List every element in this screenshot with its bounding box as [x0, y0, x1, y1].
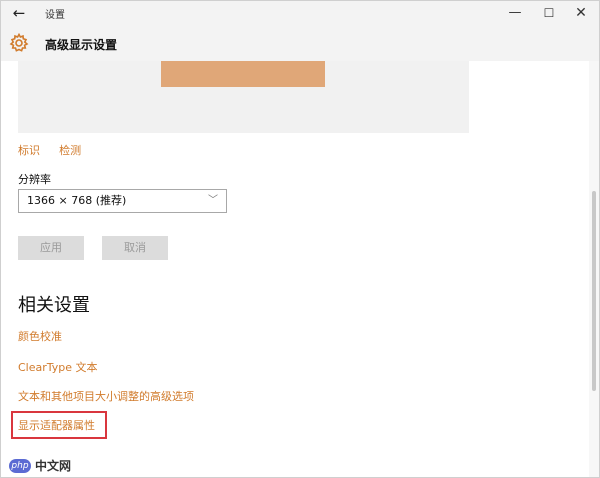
maximize-button[interactable]: ☐ [535, 3, 563, 23]
cleartype-link[interactable]: ClearType 文本 [18, 359, 98, 375]
watermark-text: 中文网 [35, 459, 72, 473]
app-title: 设置 [45, 10, 65, 21]
watermark-logo: php [9, 458, 31, 473]
display-links: 标识 检测 [18, 139, 95, 158]
color-calibration-link[interactable]: 颜色校准 [18, 328, 62, 344]
settings-window: ← 设置 — ☐ ✕ 高级显示设置 标识 检测 分辨率 1366 × 768 (… [0, 0, 600, 478]
back-arrow-icon[interactable]: ← [9, 3, 29, 23]
identify-link[interactable]: 标识 [18, 144, 40, 157]
display-preview [18, 61, 469, 133]
cancel-button[interactable]: 取消 [102, 236, 168, 260]
resolution-value: 1366 × 768 (推荐) [27, 194, 127, 207]
scroll-thumb[interactable] [592, 191, 596, 391]
advanced-sizing-link[interactable]: 文本和其他项目大小调整的高级选项 [18, 388, 194, 404]
detect-link[interactable]: 检测 [59, 144, 81, 157]
monitor-tile[interactable] [161, 61, 325, 87]
highlight-box [11, 411, 107, 439]
watermark: php 中文网 [9, 457, 71, 474]
resolution-label: 分辨率 [18, 173, 51, 186]
apply-button[interactable]: 应用 [18, 236, 84, 260]
title-bar: ← 设置 — ☐ ✕ [1, 1, 599, 25]
scrollbar[interactable] [589, 61, 599, 477]
related-settings-title: 相关设置 [18, 295, 90, 316]
page-title: 高级显示设置 [45, 38, 118, 52]
page-header: 高级显示设置 [1, 25, 599, 61]
chevron-down-icon: ﹀ [208, 195, 218, 206]
resolution-select[interactable]: 1366 × 768 (推荐) ﹀ [18, 189, 227, 213]
gear-icon [9, 33, 29, 52]
close-button[interactable]: ✕ [567, 3, 595, 23]
minimize-button[interactable]: — [501, 3, 529, 23]
